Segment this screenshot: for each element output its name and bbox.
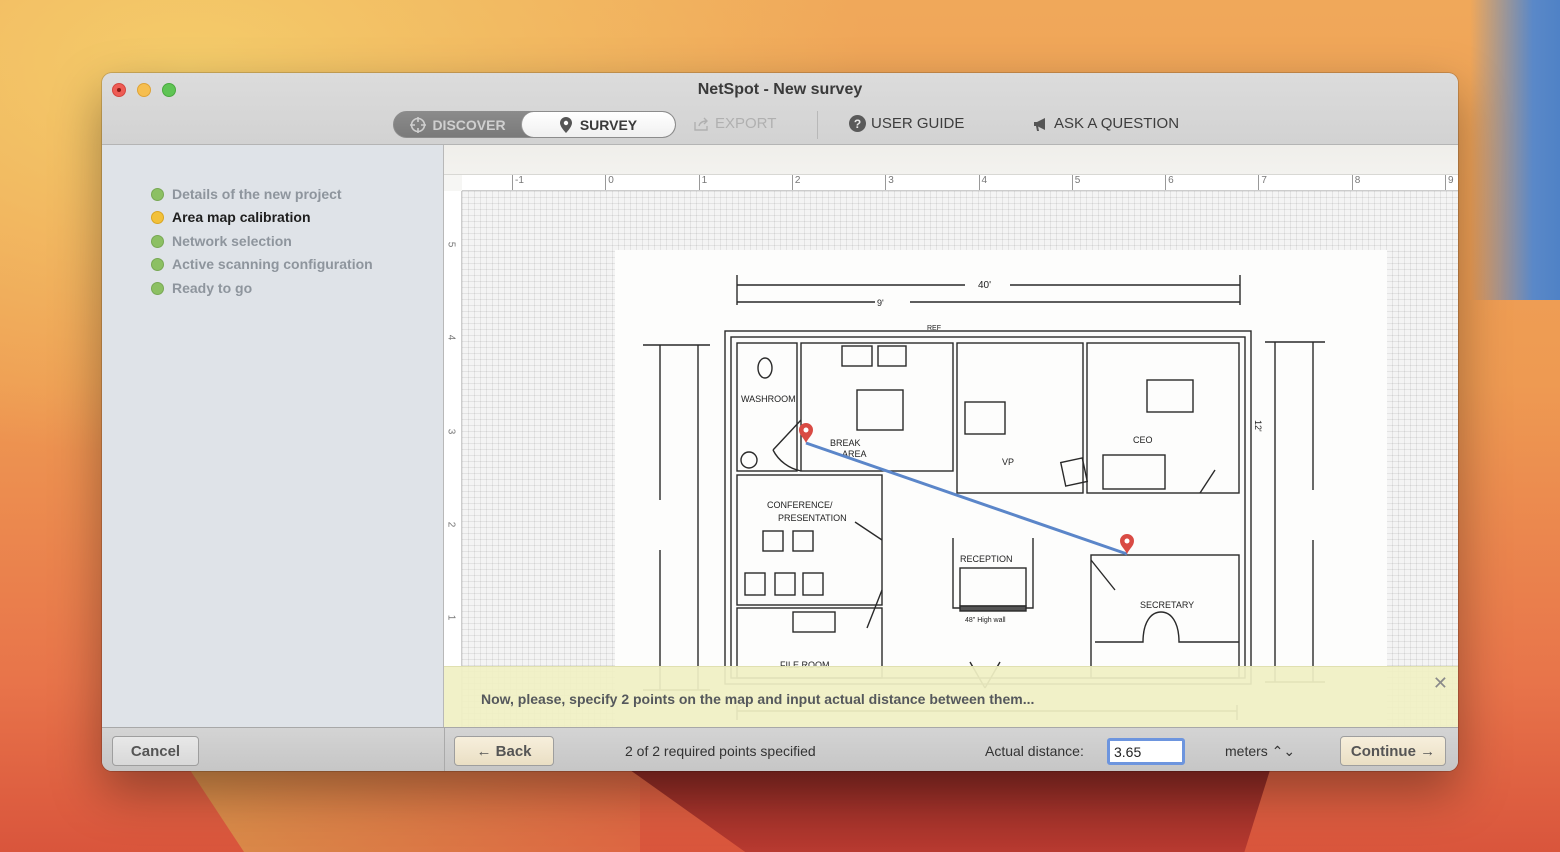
- ruler-x-tick: 1: [698, 175, 707, 190]
- floor-plan-image: WASHROOM BREAK AREA REF VP CEO CONFERENC…: [615, 250, 1387, 727]
- help-icon: ?: [849, 115, 866, 132]
- instruction-banner: Now, please, specify 2 points on the map…: [444, 666, 1458, 727]
- room-label-washroom: WASHROOM: [741, 394, 796, 404]
- room-label-reception: RECEPTION: [960, 554, 1013, 564]
- ruler-x-tick: 5: [1071, 175, 1080, 190]
- step-label: Network selection: [172, 233, 292, 249]
- conference-room: [736, 474, 883, 606]
- ceo-office: [1086, 342, 1240, 494]
- room-label-break-area: BREAK: [830, 438, 861, 448]
- mode-switch: DISCOVER SURVEY: [393, 111, 676, 138]
- svg-text:REF: REF: [927, 325, 941, 332]
- back-button[interactable]: ← Back: [454, 736, 554, 766]
- window-title: NetSpot - New survey: [697, 81, 863, 98]
- location-pin-icon: [559, 116, 572, 133]
- svg-text:9': 9': [877, 298, 884, 308]
- ruler-x-tick: 3: [885, 175, 894, 190]
- washroom-room: [736, 342, 798, 472]
- ruler-x-tick: -1: [512, 175, 524, 190]
- step-area-map-calibration: Area map calibration: [151, 209, 311, 225]
- vp-office: [956, 342, 1084, 494]
- room-label-vp: VP: [1002, 457, 1014, 467]
- title-bar: NetSpot - New survey DISCOVER SURVEY EXP…: [102, 73, 1458, 145]
- step-ready-to-go: Ready to go: [151, 280, 252, 296]
- step-label: Details of the new project: [172, 186, 342, 202]
- step-details-of-project: Details of the new project: [151, 186, 342, 202]
- ruler-x-tick: 8: [1351, 175, 1360, 190]
- ruler-y-tick: 1: [445, 614, 457, 621]
- ruler-y-tick: 5: [445, 241, 457, 248]
- wallpaper-accent: [1470, 0, 1560, 300]
- continue-button[interactable]: Continue →: [1340, 736, 1446, 766]
- svg-text:PRESENTATION: PRESENTATION: [778, 513, 847, 523]
- step-status-dot: [151, 234, 164, 248]
- ruler-y-tick: 2: [445, 521, 457, 528]
- close-banner-icon[interactable]: ✕: [1433, 673, 1448, 694]
- instruction-text: Now, please, specify 2 points on the map…: [481, 691, 1035, 707]
- wallpaper-shape: [190, 770, 640, 852]
- step-status-dot: [151, 281, 164, 295]
- footer-bar: Cancel ← Back 2 of 2 required points spe…: [102, 727, 1458, 771]
- ruler-x-tick: 6: [1165, 175, 1174, 190]
- ruler-x-tick: 0: [605, 175, 614, 190]
- user-guide-button[interactable]: ? USER GUIDE: [849, 115, 964, 132]
- survey-label: SURVEY: [579, 116, 638, 133]
- step-label: Active scanning configuration: [172, 256, 373, 272]
- horizontal-ruler: -1 0 1 2 3 4 5 6 7 8 9: [462, 175, 1458, 191]
- map-grid: WASHROOM BREAK AREA REF VP CEO CONFERENC…: [462, 191, 1458, 727]
- ruler-x-tick: 2: [791, 175, 800, 190]
- step-status-dot: [151, 210, 164, 224]
- footer-divider: [444, 728, 445, 771]
- ask-question-label: ASK A QUESTION: [1054, 115, 1180, 132]
- actual-distance-label: Actual distance:: [985, 743, 1084, 759]
- room-label-secretary: SECRETARY: [1140, 600, 1194, 610]
- ruler-y-tick: 3: [445, 428, 457, 434]
- floor-plan-drawing: WASHROOM BREAK AREA REF VP CEO CONFERENC…: [643, 275, 1325, 720]
- discover-label: DISCOVER: [432, 116, 506, 133]
- room-label-conference: CONFERENCE/: [767, 500, 833, 510]
- svg-text:40': 40': [978, 280, 991, 291]
- ruler-x-tick: 7: [1258, 175, 1267, 190]
- app-window: NetSpot - New survey DISCOVER SURVEY EXP…: [102, 73, 1458, 771]
- step-active-scanning: Active scanning configuration: [151, 256, 373, 272]
- ruler-x-tick: 9: [1445, 175, 1454, 190]
- step-status-dot: [151, 187, 164, 201]
- ask-question-button[interactable]: ASK A QUESTION: [1033, 115, 1179, 132]
- vertical-ruler: 5 4 3 2 1: [444, 191, 462, 727]
- survey-tab[interactable]: SURVEY: [521, 112, 675, 137]
- wizard-steps-sidebar: Details of the new project Area map cali…: [102, 145, 444, 727]
- actual-distance-input[interactable]: [1107, 738, 1185, 765]
- step-label: Ready to go: [172, 280, 253, 296]
- points-status: 2 of 2 required points specified: [625, 743, 816, 759]
- room-label-ceo: CEO: [1133, 435, 1153, 445]
- distance-unit-select[interactable]: meters ⌃⌄: [1225, 743, 1295, 760]
- svg-text:12': 12': [1253, 420, 1263, 432]
- megaphone-icon: [1034, 117, 1045, 131]
- user-guide-label: USER GUIDE: [871, 115, 965, 132]
- ruler-y-tick: 4: [445, 335, 457, 341]
- map-canvas[interactable]: -1 0 1 2 3 4 5 6 7 8 9 5 4 3 2 1 WASHROOM BR…: [444, 145, 1458, 727]
- wallpaper-shape: [630, 770, 1270, 852]
- cancel-button[interactable]: Cancel: [112, 736, 199, 766]
- ruler-x-tick: 4: [978, 175, 987, 190]
- svg-text:48" High wall: 48" High wall: [965, 617, 1006, 624]
- toolbar-divider: [817, 111, 818, 139]
- secretary-office: [1090, 554, 1240, 679]
- export-icon: [694, 117, 708, 131]
- svg-text:AREA: AREA: [842, 449, 867, 459]
- discover-tab[interactable]: DISCOVER: [394, 112, 522, 137]
- step-network-selection: Network selection: [151, 233, 292, 249]
- export-label: EXPORT: [715, 115, 777, 132]
- export-button[interactable]: EXPORT: [694, 115, 776, 132]
- break-area-room: [800, 342, 954, 472]
- crosshair-icon: [410, 116, 427, 133]
- step-status-dot: [151, 257, 164, 271]
- step-label: Area map calibration: [172, 209, 311, 225]
- map-header-strip: [444, 145, 1458, 175]
